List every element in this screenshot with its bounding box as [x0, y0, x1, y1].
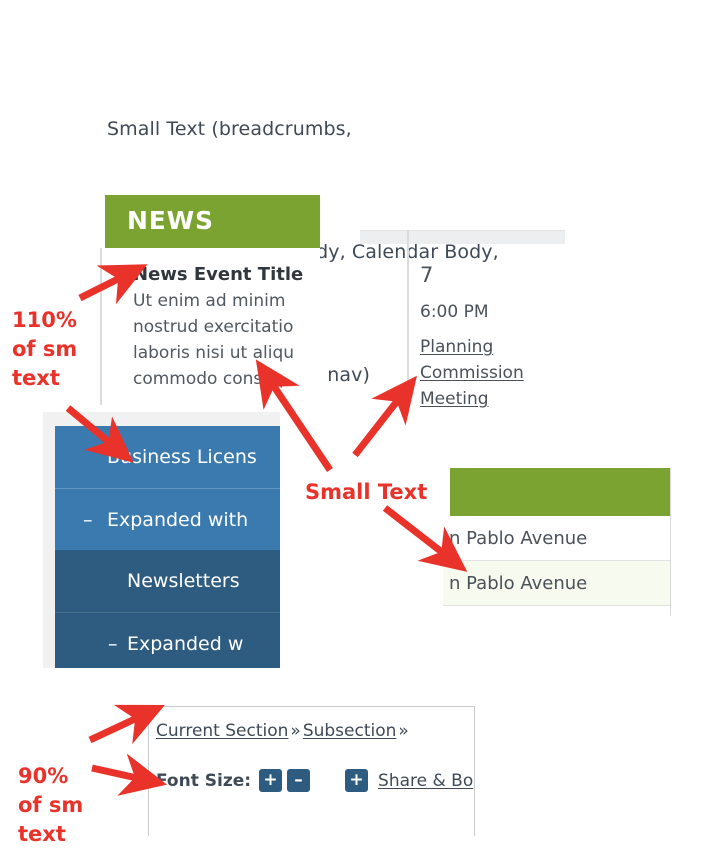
bottom-panel: Current Section» Subsection» Font Size: +… — [148, 706, 475, 836]
arrow-to-breadcrumb — [88, 704, 165, 745]
font-size-label: Font Size: — [156, 770, 252, 791]
breadcrumb: Current Section» Subsection» — [156, 721, 411, 741]
annotation-110-percent: 110% of sm text — [12, 308, 78, 390]
share-bookmark-link[interactable]: Share & Bo — [378, 771, 473, 791]
side-nav-item-label: Business Licens — [107, 446, 257, 468]
side-nav-item-expanded-w[interactable]: – Expanded w — [55, 612, 280, 668]
side-nav-item-expanded-with[interactable]: – Expanded with — [55, 488, 280, 550]
collapse-toggle-icon[interactable]: – — [83, 489, 93, 551]
news-widget: NEWS News Event Title Ut enim ad minim n… — [100, 195, 320, 405]
breadcrumb-current-section[interactable]: Current Section — [156, 721, 288, 741]
breadcrumb-separator: » — [398, 721, 409, 741]
news-item-body: Ut enim ad minim nostrud exercitatio lab… — [133, 291, 295, 389]
font-size-decrease-button[interactable]: – — [287, 769, 311, 792]
calendar-widget-header-strip — [360, 230, 565, 244]
font-size-bar: Font Size: + – + Share & Bo — [156, 769, 473, 792]
calendar-divider — [407, 230, 409, 415]
table-row: n Pablo Avenue — [443, 561, 670, 606]
data-table-header — [450, 468, 670, 516]
annotation-small-text: Small Text — [305, 480, 428, 504]
side-nav-item-label: Newsletters — [127, 570, 240, 592]
share-expand-button[interactable]: + — [345, 769, 369, 792]
breadcrumb-separator: » — [290, 721, 301, 741]
side-nav-item-business-licenses[interactable]: Business Licens — [55, 426, 280, 488]
side-nav-item-label: Expanded w — [127, 633, 244, 655]
annotation-90-percent: 90% of sm text — [18, 764, 84, 846]
news-widget-header: NEWS — [105, 195, 320, 248]
calendar-event-time: 6:00 PM — [420, 302, 489, 322]
arrow-to-table-row — [382, 505, 468, 572]
data-table: n Pablo Avenue n Pablo Avenue — [443, 468, 671, 616]
side-nav-list: Business Licens – Expanded with Newslett… — [55, 426, 280, 668]
side-nav-item-newsletters[interactable]: Newsletters — [55, 550, 280, 612]
table-row: n Pablo Avenue — [443, 516, 670, 561]
news-widget-title: NEWS — [127, 206, 214, 235]
breadcrumb-subsection[interactable]: Subsection — [303, 721, 397, 741]
side-nav: Business Licens – Expanded with Newslett… — [43, 412, 280, 668]
calendar-day-number: 7 — [420, 263, 434, 287]
font-size-increase-button[interactable]: + — [259, 769, 283, 792]
calendar-event-link[interactable]: Planning Commission Meeting — [420, 334, 530, 412]
news-widget-body: News Event Title Ut enim ad minim nostru… — [100, 248, 320, 405]
calendar-widget: 7 6:00 PM Planning Commission Meeting — [360, 230, 565, 415]
caption-line-1: Small Text (breadcrumbs, — [107, 118, 352, 140]
news-item-title[interactable]: News Event Title — [133, 264, 303, 285]
arrow-to-font-size — [91, 753, 168, 796]
collapse-toggle-icon[interactable]: – — [108, 613, 118, 668]
